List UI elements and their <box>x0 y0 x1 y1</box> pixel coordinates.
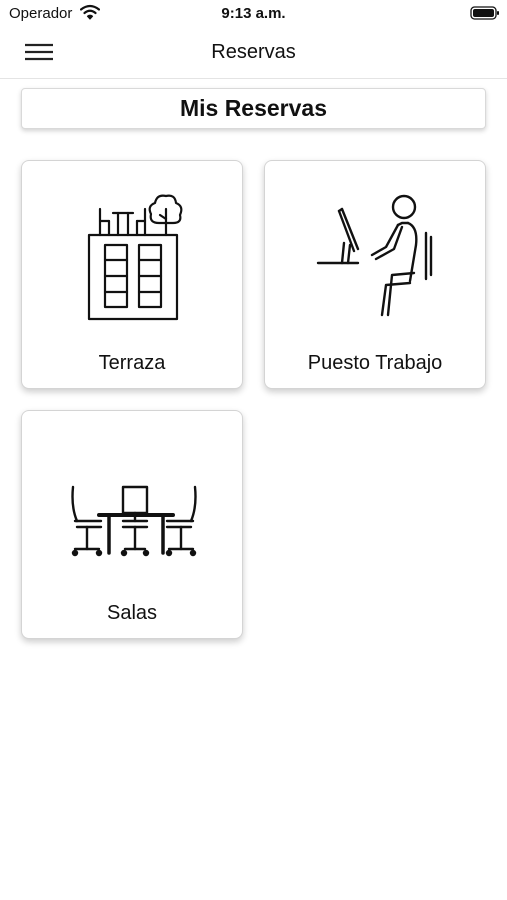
page-title: Reservas <box>211 41 296 63</box>
card-puesto-trabajo[interactable]: Puesto Trabajo <box>264 160 486 389</box>
workstation-person-icon <box>316 194 433 317</box>
status-bar: Operador 9:13 a.m. <box>0 0 507 30</box>
card-salas[interactable]: Salas <box>21 410 243 639</box>
battery-icon <box>470 6 499 20</box>
card-label-salas: Salas <box>106 602 158 624</box>
card-label-terraza: Terraza <box>98 352 166 374</box>
meeting-room-icon <box>71 485 197 557</box>
card-terraza[interactable]: Terraza <box>21 160 243 389</box>
terrace-building-icon <box>87 194 183 321</box>
card-label-puesto-trabajo: Puesto Trabajo <box>307 352 443 374</box>
mis-reservas-header: Mis Reservas <box>21 88 486 129</box>
status-time: 9:13 a.m. <box>221 5 286 22</box>
navigation-bar: Reservas <box>0 30 507 79</box>
